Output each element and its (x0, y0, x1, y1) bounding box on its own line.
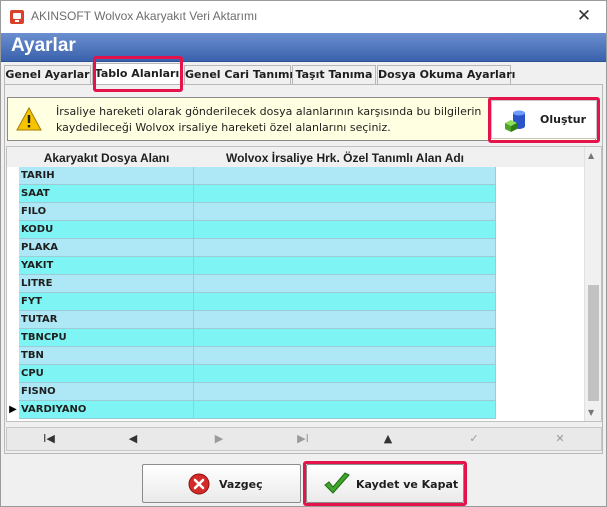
table-row[interactable]: TARIH (7, 167, 587, 185)
special-field-cell[interactable] (194, 383, 496, 401)
field-name-cell: YAKIT (19, 257, 194, 275)
grid-navigator: I◀ ◀ ▶ ▶I ▲ ✓ ✕ (6, 427, 602, 451)
table-row[interactable]: TBNCPU (7, 329, 587, 347)
scroll-down-icon[interactable]: ▼ (588, 408, 594, 417)
field-name-cell: FISNO (19, 383, 194, 401)
special-field-cell[interactable] (194, 311, 496, 329)
field-name-cell: CPU (19, 365, 194, 383)
database-cube-icon (505, 110, 525, 132)
tab-tablo-alanlari[interactable]: Tablo Alanları (92, 63, 182, 85)
row-indicator (7, 293, 19, 311)
settings-header: Ayarlar (1, 33, 606, 62)
column-header-ozel-alan[interactable]: Wolvox İrsaliye Hrk. Özel Tanımlı Alan A… (194, 147, 496, 167)
table-row[interactable]: KODU (7, 221, 587, 239)
scroll-up-icon[interactable]: ▲ (588, 151, 594, 160)
row-indicator (7, 239, 19, 257)
app-icon (10, 10, 24, 24)
table-row[interactable]: TBN (7, 347, 587, 365)
cancel-button-label: Vazgeç (219, 478, 263, 491)
checkmark-icon (324, 472, 350, 494)
table-row[interactable]: CPU (7, 365, 587, 383)
tab-genel-ayarlar[interactable]: Genel Ayarlar (4, 65, 91, 84)
scroll-thumb[interactable] (588, 285, 599, 401)
table-row[interactable]: PLAKA (7, 239, 587, 257)
special-field-cell[interactable] (194, 239, 496, 257)
field-name-cell: LITRE (19, 275, 194, 293)
table-row[interactable]: LITRE (7, 275, 587, 293)
tab-dosya-okuma-ayarlari[interactable]: Dosya Okuma Ayarları (377, 65, 515, 84)
table-row[interactable]: FILO (7, 203, 587, 221)
special-field-cell[interactable] (194, 329, 496, 347)
olustur-button[interactable]: Oluştur (491, 100, 597, 139)
table-row[interactable]: TUTAR (7, 311, 587, 329)
special-field-cell[interactable] (194, 401, 496, 419)
field-name-cell: KODU (19, 221, 194, 239)
close-icon[interactable]: ✕ (574, 6, 594, 26)
info-text: İrsaliye hareketi olarak gönderilecek do… (56, 105, 482, 134)
row-indicator: ▶ (9, 404, 17, 415)
field-mapping-grid[interactable]: Akaryakıt Dosya Alanı Wolvox İrsaliye Hr… (6, 146, 602, 422)
column-header-dosya-alani[interactable]: Akaryakıt Dosya Alanı (19, 147, 194, 167)
warning-icon (16, 107, 42, 131)
field-name-cell: FYT (19, 293, 194, 311)
row-indicator (7, 203, 19, 221)
table-row[interactable]: SAAT (7, 185, 587, 203)
row-indicator (7, 329, 19, 347)
dialog-window: AKINSOFT Wolvox Akaryakıt Veri Aktarımı … (0, 0, 607, 507)
row-indicator (7, 185, 19, 203)
table-row[interactable]: YAKIT (7, 257, 587, 275)
row-indicator (7, 275, 19, 293)
nav-last-icon[interactable]: ▶I (291, 430, 315, 448)
vertical-scrollbar[interactable]: ▲ ▼ (584, 147, 601, 421)
row-indicator (7, 167, 19, 185)
field-name-cell: FILO (19, 203, 194, 221)
tab-tasit-tanima[interactable]: Taşıt Tanıma (292, 65, 376, 84)
table-row[interactable]: FYT (7, 293, 587, 311)
nav-cancel-icon[interactable]: ✕ (548, 430, 572, 448)
field-name-cell: TBNCPU (19, 329, 194, 347)
window-title: AKINSOFT Wolvox Akaryakıt Veri Aktarımı (31, 9, 258, 23)
save-and-close-button[interactable]: Kaydet ve Kapat (306, 464, 464, 503)
field-name-cell: TBN (19, 347, 194, 365)
title-bar: AKINSOFT Wolvox Akaryakıt Veri Aktarımı … (1, 1, 606, 33)
row-indicator (7, 383, 19, 401)
special-field-cell[interactable] (194, 167, 496, 185)
special-field-cell[interactable] (194, 293, 496, 311)
grid-header: Akaryakıt Dosya Alanı Wolvox İrsaliye Hr… (7, 147, 601, 167)
special-field-cell[interactable] (194, 275, 496, 293)
nav-prior-icon[interactable]: ◀ (121, 430, 145, 448)
cancel-x-icon (188, 473, 210, 495)
row-indicator (7, 221, 19, 239)
nav-insert-icon[interactable]: ▲ (376, 430, 400, 448)
tab-genel-cari-tanimi[interactable]: Genel Cari Tanımı (184, 65, 293, 84)
row-indicator (7, 311, 19, 329)
special-field-cell[interactable] (194, 221, 496, 239)
special-field-cell[interactable] (194, 347, 496, 365)
table-row[interactable]: FISNO (7, 383, 587, 401)
nav-first-icon[interactable]: I◀ (37, 430, 61, 448)
field-name-cell: TARIH (19, 167, 194, 185)
field-name-cell: VARDIYANO (19, 401, 194, 419)
nav-post-icon[interactable]: ✓ (462, 430, 486, 448)
special-field-cell[interactable] (194, 365, 496, 383)
save-button-label: Kaydet ve Kapat (356, 478, 459, 491)
table-row[interactable]: ▶ VARDIYANO (7, 401, 587, 419)
field-name-cell: TUTAR (19, 311, 194, 329)
row-indicator (7, 257, 19, 275)
field-name-cell: PLAKA (19, 239, 194, 257)
special-field-cell[interactable] (194, 257, 496, 275)
row-indicator (7, 365, 19, 383)
nav-next-icon[interactable]: ▶ (207, 430, 231, 448)
cancel-button[interactable]: Vazgeç (142, 464, 301, 503)
page-title: Ayarlar (11, 35, 76, 56)
special-field-cell[interactable] (194, 203, 496, 221)
row-indicator (7, 347, 19, 365)
special-field-cell[interactable] (194, 185, 496, 203)
olustur-label: Oluştur (540, 113, 587, 126)
field-name-cell: SAAT (19, 185, 194, 203)
